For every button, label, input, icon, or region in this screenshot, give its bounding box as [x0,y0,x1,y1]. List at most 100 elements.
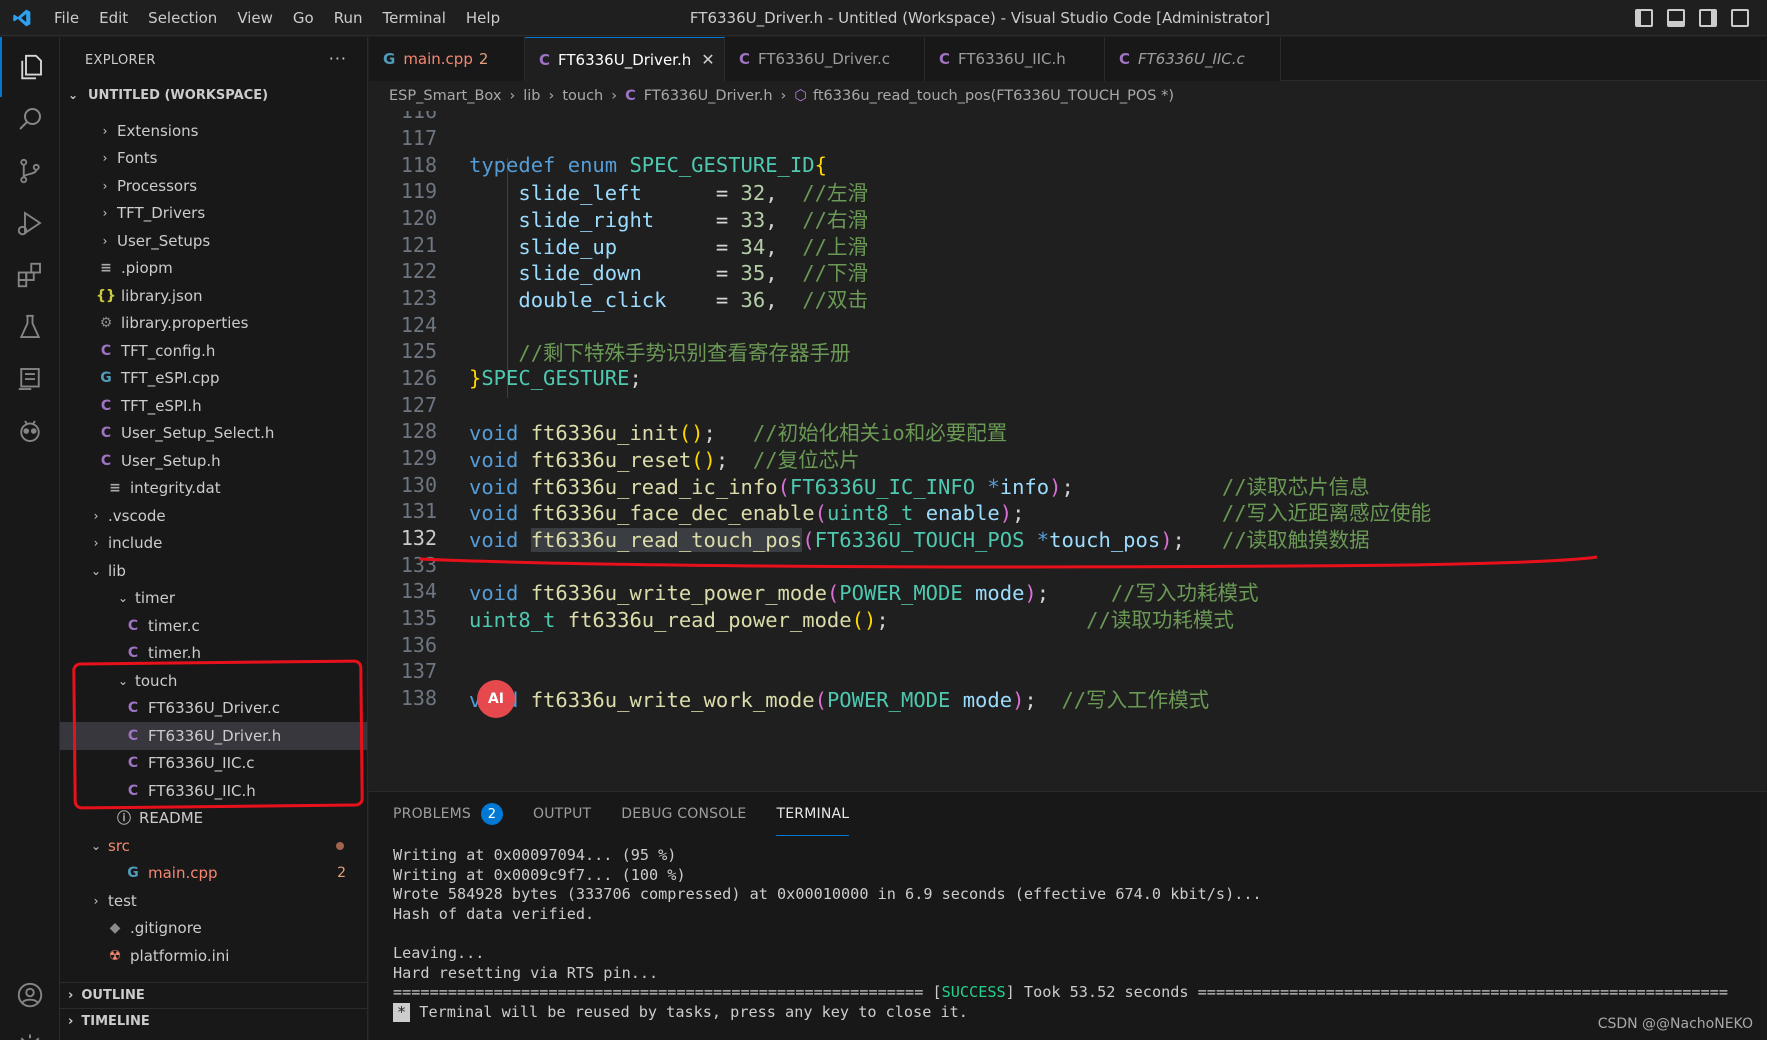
search-icon[interactable] [0,89,60,149]
code-text: slide_right = 33, //右滑 [518,208,868,232]
tab-terminal[interactable]: TERMINAL [776,792,850,836]
source-control-icon[interactable] [0,141,60,201]
run-debug-icon[interactable] [0,193,60,253]
tree-file[interactable]: ≡ .piopm [60,255,367,283]
tree-folder[interactable]: ⌄ src [60,832,367,860]
chevron-down-icon: ⌄ [117,591,129,606]
tab-label: OUTPUT [533,806,592,822]
c-file-icon: C [539,50,551,69]
tree-folder[interactable]: › .vscode [60,502,367,530]
line-number: 121 [400,233,437,257]
tree-item-label: TFT_eSPI.h [121,396,202,415]
breadcrumb-item[interactable]: touch [562,88,603,104]
toggle-panel-icon[interactable] [1667,9,1685,27]
platformio-icon[interactable] [0,401,60,461]
window-title: FT6336U_Driver.h - Untitled (Workspace) … [689,9,1271,27]
toggle-secondary-sidebar-icon[interactable] [1699,9,1717,27]
outline-section[interactable]: › OUTLINE [60,982,367,1008]
tree-folder[interactable]: › TFT_Drivers [60,200,367,228]
accounts-icon[interactable] [0,965,60,1025]
chevron-right-icon: › [102,233,108,248]
c-file-icon: C [127,617,139,634]
breadcrumb-item[interactable]: ft6336u_read_touch_pos(FT6336U_TOUCH_POS… [813,88,1174,104]
menu-help[interactable]: Help [456,9,510,27]
terminal-output[interactable]: Writing at 0x00097094... (95 %) Writing a… [393,846,1728,1023]
file-tree: › Extensions › Fonts › Processors › TFT_Drivers… [60,117,367,970]
customize-layout-icon[interactable] [1731,9,1749,27]
tree-folder[interactable]: › test [60,887,367,915]
menu-terminal[interactable]: Terminal [373,9,456,27]
tree-file[interactable]: G TFT_eSPI.cpp [60,365,367,393]
tree-folder[interactable]: › Extensions [60,117,367,145]
tree-file[interactable]: {} library.json [60,282,367,310]
tree-file[interactable]: ⚙ library.properties [60,310,367,338]
menu-run[interactable]: Run [324,9,373,27]
terminal-line: Hard resetting via RTS pin... [393,963,659,982]
tree-file[interactable]: ☢ platformio.ini [60,942,367,970]
c-file-icon: C [739,50,751,68]
tree-file[interactable]: C User_Setup_Select.h [60,420,367,448]
workspace-header[interactable]: ⌄ UNTITLED (WORKSPACE) [60,83,367,107]
breadcrumb-item[interactable]: ESP_Smart_Box [389,88,501,104]
tab-ft6336u-driver-h[interactable]: C FT6336U_Driver.h ✕ [525,37,725,81]
tab-ft6336u-iic-h[interactable]: C FT6336U_IIC.h [925,37,1105,81]
tab-output[interactable]: OUTPUT [533,792,591,836]
menu-edit[interactable]: Edit [89,9,138,27]
tree-file[interactable]: ◆ .gitignore [60,915,367,943]
tree-file[interactable]: ≡ integrity.dat [60,475,367,503]
tree-item-label: Extensions [117,121,199,140]
menu-selection[interactable]: Selection [138,9,227,27]
explorer-icon[interactable] [0,37,60,97]
tree-folder[interactable]: › Fonts [60,145,367,173]
tree-folder[interactable]: › include [60,530,367,558]
function-symbol-icon: ⬡ [794,88,807,104]
chevron-right-icon: › [102,206,108,221]
error-count-badge: 2 [337,865,346,882]
cpp-file-icon: G [383,50,396,68]
ai-assistant-button[interactable]: AI [477,680,515,718]
tree-item-label: TFT_Drivers [117,204,206,223]
breadcrumb-item[interactable]: lib [523,88,540,104]
tab-ft6336u-driver-c[interactable]: C FT6336U_Driver.c [725,37,925,81]
testing-icon[interactable] [0,297,60,357]
tree-folder[interactable]: ⌄ timer [60,585,367,613]
code-text: void ft6336u_face_dec_enable(uint8_t ena… [469,501,1432,525]
chevron-down-icon: ⌄ [68,88,79,102]
tree-folder[interactable]: › Processors [60,172,367,200]
more-actions-icon[interactable]: ··· [329,49,347,68]
tree-file[interactable]: C User_Setup.h [60,447,367,475]
tree-file[interactable]: C TFT_config.h [60,337,367,365]
timeline-section[interactable]: › TIMELINE [60,1008,367,1034]
tree-item-label: include [108,534,163,553]
tab-problems[interactable]: PROBLEMS 2 [393,792,504,836]
tab-debug-console[interactable]: DEBUG CONSOLE [621,792,746,836]
tree-file[interactable]: Ctimer.c [60,612,367,640]
settings-gear-icon[interactable] [0,1017,60,1040]
tab-label: main.cpp [403,50,473,68]
annotation-box-touch-folder [72,659,364,810]
breadcrumb-item[interactable]: FT6336U_Driver.h [644,88,773,104]
tab-ft6336u-iic-c[interactable]: C FT6336U_IIC.c [1105,37,1281,81]
tree-item-label: .vscode [108,506,166,525]
remote-explorer-icon[interactable] [0,349,60,409]
settings-file-icon: ⚙ [99,315,113,332]
toggle-primary-sidebar-icon[interactable] [1635,9,1653,27]
tree-folder[interactable]: ⌄ lib [60,557,367,585]
line-number: 138 [400,686,437,710]
code-editor[interactable]: 116 117 118 typedef enum SPEC_GESTURE_ID… [369,111,1767,791]
tab-label: FT6336U_Driver.c [758,50,890,68]
tree-file[interactable]: C TFT_eSPI.h [60,392,367,420]
terminal-line: ========================================… [393,983,1728,1002]
menu-go[interactable]: Go [283,9,324,27]
tree-file[interactable]: Gmain.cpp 2 [60,860,367,888]
menu-view[interactable]: View [227,9,283,27]
extensions-icon[interactable] [0,245,60,305]
line-number: 116 [400,111,437,123]
tree-item-label: TFT_eSPI.cpp [121,369,220,388]
close-icon[interactable]: ✕ [701,50,714,69]
code-text: }SPEC_GESTURE; [469,366,642,390]
tab-main-cpp[interactable]: G main.cpp 2 [369,37,525,81]
tree-folder[interactable]: › User_Setups [60,227,367,255]
tab-label: PROBLEMS [393,806,472,822]
menu-file[interactable]: File [44,9,89,27]
